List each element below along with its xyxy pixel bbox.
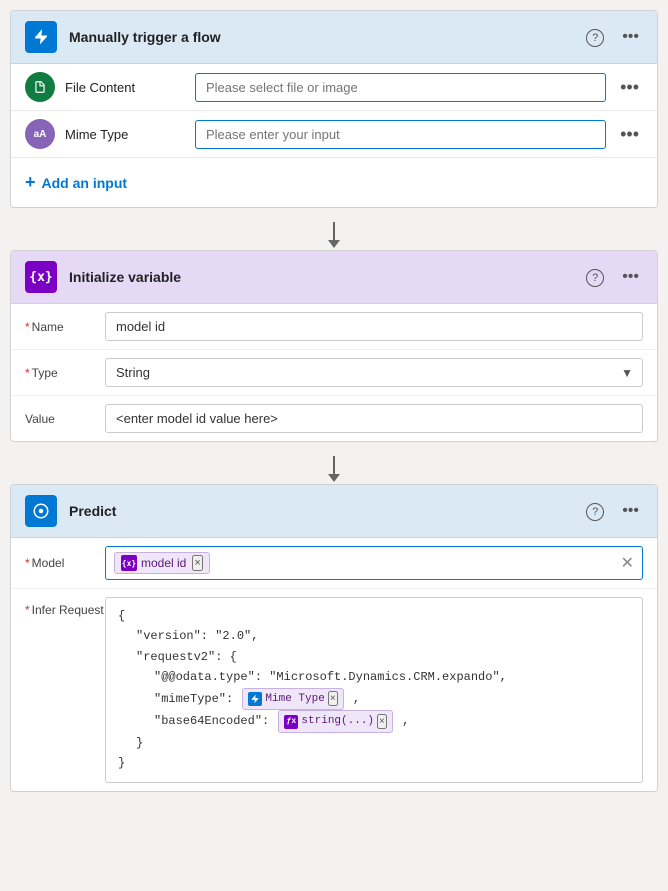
json-content[interactable]: { "version": "2.0", "requestv2": { "@@od… xyxy=(105,597,643,783)
trigger-card-title: Manually trigger a flow xyxy=(69,29,582,45)
file-content-more-button[interactable]: ••• xyxy=(616,75,643,100)
type-field-row: *Type String Integer Boolean Float Array… xyxy=(11,350,657,396)
name-field-label: *Name xyxy=(25,320,105,334)
formula-chip-label: string(...) xyxy=(301,712,374,731)
trigger-card-header: Manually trigger a flow ? ••• xyxy=(11,11,657,64)
value-field-row: Value xyxy=(11,396,657,441)
mime-type-row: aA Mime Type ••• xyxy=(11,111,657,158)
init-help-button[interactable]: ? xyxy=(582,266,608,289)
predict-card-header: Predict ? ••• xyxy=(11,485,657,538)
mime-type-chip-label: Mime Type xyxy=(265,690,324,709)
model-field-label: *Model xyxy=(25,556,105,570)
json-line-1: "version": "2.0", xyxy=(118,626,630,646)
add-input-label: Add an input xyxy=(42,175,128,191)
infer-field-row: *Infer Request { "version": "2.0", "requ… xyxy=(11,589,657,791)
arrow-down-1 xyxy=(333,222,335,242)
predict-more-icon: ••• xyxy=(622,502,639,519)
trigger-header-actions: ? ••• xyxy=(582,26,643,49)
mime-type-more-button[interactable]: ••• xyxy=(616,122,643,147)
model-clear-button[interactable]: ✕ xyxy=(621,553,634,573)
model-field-row: *Model {x} model id × ✕ xyxy=(11,538,657,589)
connector-1 xyxy=(10,214,658,250)
add-input-row: + Add an input xyxy=(11,158,657,207)
json-line-0: { xyxy=(118,606,630,626)
init-card-title: Initialize variable xyxy=(69,269,582,285)
init-header-actions: ? ••• xyxy=(582,266,643,289)
more-icon: ••• xyxy=(622,28,639,45)
trigger-card: Manually trigger a flow ? ••• File Conte… xyxy=(10,10,658,208)
json-line-7: } xyxy=(118,753,630,773)
init-variable-card: {x} Initialize variable ? ••• *Name *Typ… xyxy=(10,250,658,442)
type-field-label: *Type xyxy=(25,366,105,380)
value-field-label: Value xyxy=(25,412,105,426)
model-field-wrap[interactable]: {x} model id × ✕ xyxy=(105,546,643,580)
mime-type-input[interactable] xyxy=(195,120,606,149)
name-field-input[interactable] xyxy=(105,312,643,341)
mime-type-chip-close[interactable]: × xyxy=(328,691,338,706)
help-icon: ? xyxy=(586,29,604,47)
add-input-button[interactable]: + Add an input xyxy=(25,172,127,193)
formula-chip-icon: ƒx xyxy=(284,715,298,729)
predict-help-button[interactable]: ? xyxy=(582,500,608,523)
infer-json-block: { "version": "2.0", "requestv2": { "@@od… xyxy=(105,597,643,783)
type-required-star: * xyxy=(25,366,30,380)
name-field-row: *Name xyxy=(11,304,657,350)
json-line-5: "base64Encoded": ƒx string(...) × , xyxy=(118,710,630,733)
file-content-label: File Content xyxy=(65,80,195,95)
predict-header-actions: ? ••• xyxy=(582,500,643,523)
type-select[interactable]: String Integer Boolean Float Array Objec… xyxy=(105,358,643,387)
init-help-icon: ? xyxy=(586,269,604,287)
infer-required-star: * xyxy=(25,603,30,617)
predict-icon xyxy=(25,495,57,527)
arrow-down-2 xyxy=(333,456,335,476)
mime-type-label: Mime Type xyxy=(65,127,195,142)
trigger-icon xyxy=(25,21,57,53)
mime-type-chip: Mime Type × xyxy=(242,688,343,711)
model-chip-icon: {x} xyxy=(121,555,137,571)
init-icon: {x} xyxy=(25,261,57,293)
model-id-chip: {x} model id × xyxy=(114,552,210,574)
init-more-icon: ••• xyxy=(622,268,639,285)
file-content-row: File Content ••• xyxy=(11,64,657,111)
predict-more-button[interactable]: ••• xyxy=(618,500,643,522)
type-select-wrap: String Integer Boolean Float Array Objec… xyxy=(105,358,643,387)
predict-card: Predict ? ••• *Model {x} model id × ✕ *I… xyxy=(10,484,658,792)
model-chip-close-button[interactable]: × xyxy=(192,555,202,571)
infer-field-label: *Infer Request xyxy=(25,597,105,617)
trigger-more-button[interactable]: ••• xyxy=(618,26,643,48)
formula-chip-close[interactable]: × xyxy=(377,714,387,729)
predict-card-title: Predict xyxy=(69,503,582,519)
json-line-6: } xyxy=(118,733,630,753)
mime-type-chip-icon xyxy=(248,692,262,706)
predict-help-icon: ? xyxy=(586,503,604,521)
model-required-star: * xyxy=(25,556,30,570)
trigger-help-button[interactable]: ? xyxy=(582,26,608,49)
value-field-input[interactable] xyxy=(105,404,643,433)
json-line-4: "mimeType": Mime Type × , xyxy=(118,688,630,711)
init-more-button[interactable]: ••• xyxy=(618,266,643,288)
add-input-plus-icon: + xyxy=(25,172,36,193)
init-card-header: {x} Initialize variable ? ••• xyxy=(11,251,657,304)
json-line-2: "requestv2": { xyxy=(118,647,630,667)
json-line-3: "@@odata.type": "Microsoft.Dynamics.CRM.… xyxy=(118,667,630,687)
connector-2 xyxy=(10,448,658,484)
file-content-icon xyxy=(25,72,55,102)
mime-type-icon: aA xyxy=(25,119,55,149)
model-chip-label: model id xyxy=(141,556,186,570)
name-required-star: * xyxy=(25,320,30,334)
file-content-input[interactable] xyxy=(195,73,606,102)
string-chip: ƒx string(...) × xyxy=(278,710,392,733)
